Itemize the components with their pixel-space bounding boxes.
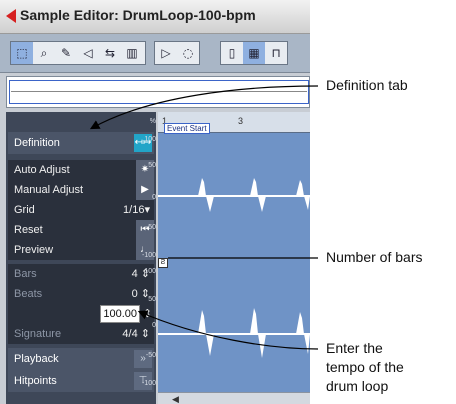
- callout-tempo-line: drum loop: [326, 378, 389, 394]
- callout-definition-tab: Definition tab: [326, 77, 408, 93]
- callout-tempo-line: Enter the: [326, 340, 383, 356]
- callout-tempo: Enter the tempo of the drum loop: [326, 339, 404, 396]
- callout-tempo-line: tempo of the: [326, 359, 404, 375]
- callout-number-of-bars: Number of bars: [326, 249, 423, 265]
